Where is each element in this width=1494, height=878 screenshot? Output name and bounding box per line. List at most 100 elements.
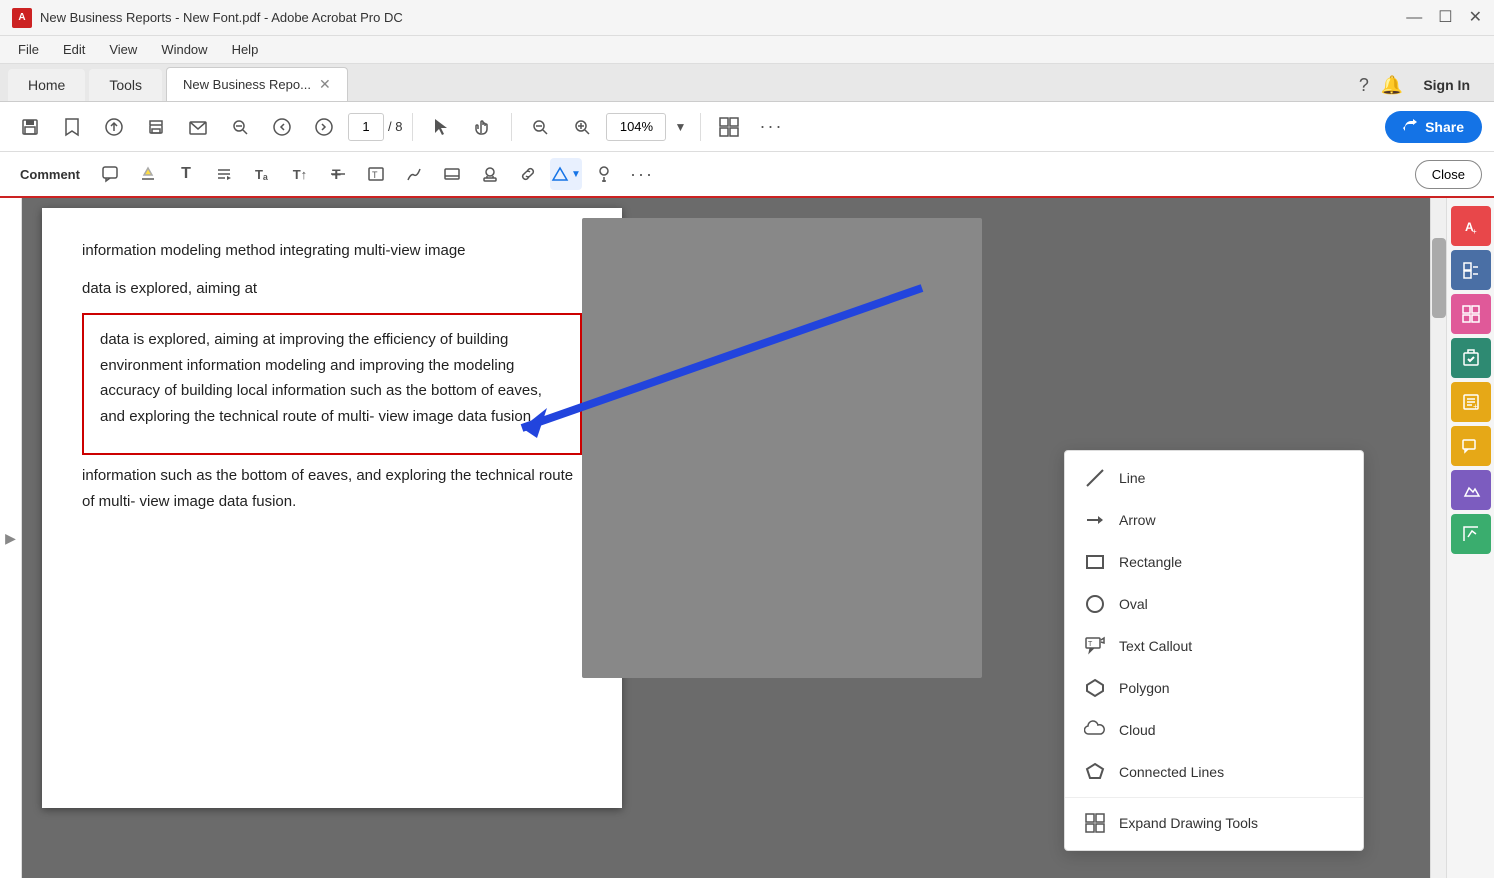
svg-text:Tₐ: Tₐ — [255, 167, 268, 182]
close-button[interactable]: ✕ — [1469, 10, 1482, 26]
menu-edit[interactable]: Edit — [53, 38, 95, 61]
dropdown-expand-item[interactable]: Expand Drawing Tools — [1065, 802, 1363, 844]
more-comment-button[interactable]: ··· — [626, 158, 658, 190]
right-panel-btn-1[interactable]: A+ — [1451, 206, 1491, 246]
connectedlines-icon — [1083, 760, 1107, 784]
share-button[interactable]: Share — [1385, 111, 1482, 143]
maximize-button[interactable]: ☐ — [1438, 10, 1452, 26]
document-page: information modeling method integrating … — [42, 208, 622, 808]
dropdown-arrow-item[interactable]: Arrow — [1065, 499, 1363, 541]
cloud-icon — [1083, 718, 1107, 742]
dropdown-oval-item[interactable]: Oval — [1065, 583, 1363, 625]
scroll-thumb[interactable] — [1432, 238, 1446, 318]
comment-toolbar: Comment T Tₐ T↑ T T ▼ ··· Close — [0, 152, 1494, 198]
right-panel-btn-8[interactable] — [1451, 514, 1491, 554]
polygon-label: Polygon — [1119, 680, 1170, 696]
expand-icon — [1083, 811, 1107, 835]
dropdown-separator — [1065, 797, 1363, 798]
prev-page-button[interactable] — [264, 109, 300, 145]
zoom-search-button[interactable] — [222, 109, 258, 145]
highlighted-text-box: data is explored, aiming at improving th… — [82, 313, 582, 455]
highlight-button[interactable] — [132, 158, 164, 190]
tab-doc-title: New Business Repo... — [183, 77, 311, 92]
fit-page-button[interactable] — [711, 109, 747, 145]
menu-help[interactable]: Help — [222, 38, 269, 61]
zoom-input[interactable] — [606, 113, 666, 141]
right-scrollbar[interactable] — [1430, 198, 1446, 878]
text-format-button[interactable]: Tₐ — [246, 158, 278, 190]
tab-tools[interactable]: Tools — [89, 69, 162, 101]
right-panel-btn-2[interactable] — [1451, 250, 1491, 290]
right-panel-btn-6[interactable] — [1451, 426, 1491, 466]
text-edit-button[interactable] — [208, 158, 240, 190]
save-button[interactable] — [12, 109, 48, 145]
textcallout-icon: T — [1083, 634, 1107, 658]
print-button[interactable] — [138, 109, 174, 145]
textcallout-label: Text Callout — [1119, 638, 1192, 654]
drawing-tools-dropdown: Line Arrow Rectangle — [1064, 450, 1364, 851]
dropdown-polygon-item[interactable]: Polygon — [1065, 667, 1363, 709]
doc-text-1: information modeling method integrating … — [82, 238, 582, 264]
upload-button[interactable] — [96, 109, 132, 145]
zoom-dropdown-button[interactable]: ▼ — [670, 109, 690, 145]
strikethrough-button[interactable]: T — [322, 158, 354, 190]
right-panel-btn-7[interactable] — [1451, 470, 1491, 510]
text-box-button[interactable]: T — [360, 158, 392, 190]
title-bar-left: A New Business Reports - New Font.pdf - … — [12, 8, 403, 28]
right-panel-btn-4[interactable] — [1451, 338, 1491, 378]
menu-view[interactable]: View — [99, 38, 147, 61]
svg-text:+: + — [1473, 402, 1478, 411]
left-arrow-icon[interactable]: ▶ — [5, 530, 16, 547]
drawing-tool-button[interactable]: ▼ — [550, 158, 582, 190]
signin-button[interactable]: Sign In — [1415, 73, 1478, 97]
comment-toolbar-label: Comment — [12, 167, 88, 182]
bell-icon[interactable]: 🔔 — [1381, 75, 1403, 96]
connectedlines-label: Connected Lines — [1119, 764, 1224, 780]
next-page-button[interactable] — [306, 109, 342, 145]
close-comment-toolbar-button[interactable]: Close — [1415, 160, 1482, 189]
speech-bubble-button[interactable] — [94, 158, 126, 190]
page-navigation: / 8 — [348, 113, 402, 141]
menu-window[interactable]: Window — [151, 38, 217, 61]
text-tool-button[interactable]: T — [170, 158, 202, 190]
app-title: New Business Reports - New Font.pdf - Ad… — [40, 10, 403, 25]
more-toolbar-button[interactable]: ··· — [753, 109, 789, 145]
text-size-button[interactable]: T↑ — [284, 158, 316, 190]
stamp-button[interactable] — [474, 158, 506, 190]
tab-home[interactable]: Home — [8, 69, 85, 101]
email-button[interactable] — [180, 109, 216, 145]
pin-button[interactable] — [588, 158, 620, 190]
svg-text:T: T — [372, 170, 378, 180]
cloud-label: Cloud — [1119, 722, 1156, 738]
share-label: Share — [1425, 119, 1464, 135]
svg-text:+: + — [1472, 227, 1477, 236]
line-label: Line — [1119, 470, 1145, 486]
tab-document[interactable]: New Business Repo... ✕ — [166, 67, 348, 101]
minimize-button[interactable]: — — [1406, 10, 1422, 26]
hand-tool-button[interactable] — [465, 109, 501, 145]
zoom-in-button[interactable] — [564, 109, 600, 145]
right-panel-btn-5[interactable]: + — [1451, 382, 1491, 422]
doc-text-2: data is explored, aiming at — [82, 276, 582, 302]
doc-text-highlighted: data is explored, aiming at improving th… — [100, 327, 564, 429]
title-bar: A New Business Reports - New Font.pdf - … — [0, 0, 1494, 36]
zoom-out-button[interactable] — [522, 109, 558, 145]
dropdown-rectangle-item[interactable]: Rectangle — [1065, 541, 1363, 583]
cursor-tool-button[interactable] — [423, 109, 459, 145]
page-number-input[interactable] — [348, 113, 384, 141]
link-button[interactable] — [512, 158, 544, 190]
dropdown-line-item[interactable]: Line — [1065, 457, 1363, 499]
menu-file[interactable]: File — [8, 38, 49, 61]
eraser-button[interactable] — [436, 158, 468, 190]
dropdown-cloud-item[interactable]: Cloud — [1065, 709, 1363, 751]
right-panel-btn-3[interactable] — [1451, 294, 1491, 334]
dropdown-connectedlines-item[interactable]: Connected Lines — [1065, 751, 1363, 793]
left-panel-toggle[interactable]: ▶ — [0, 198, 22, 878]
dropdown-textcallout-item[interactable]: T Text Callout — [1065, 625, 1363, 667]
help-icon[interactable]: ? — [1359, 75, 1369, 96]
bookmark-button[interactable] — [54, 109, 90, 145]
tab-close-icon[interactable]: ✕ — [319, 76, 331, 93]
freehand-button[interactable] — [398, 158, 430, 190]
main-content: ▶ information modeling method integratin… — [0, 198, 1494, 878]
page-wrapper: information modeling method integrating … — [22, 208, 1430, 878]
